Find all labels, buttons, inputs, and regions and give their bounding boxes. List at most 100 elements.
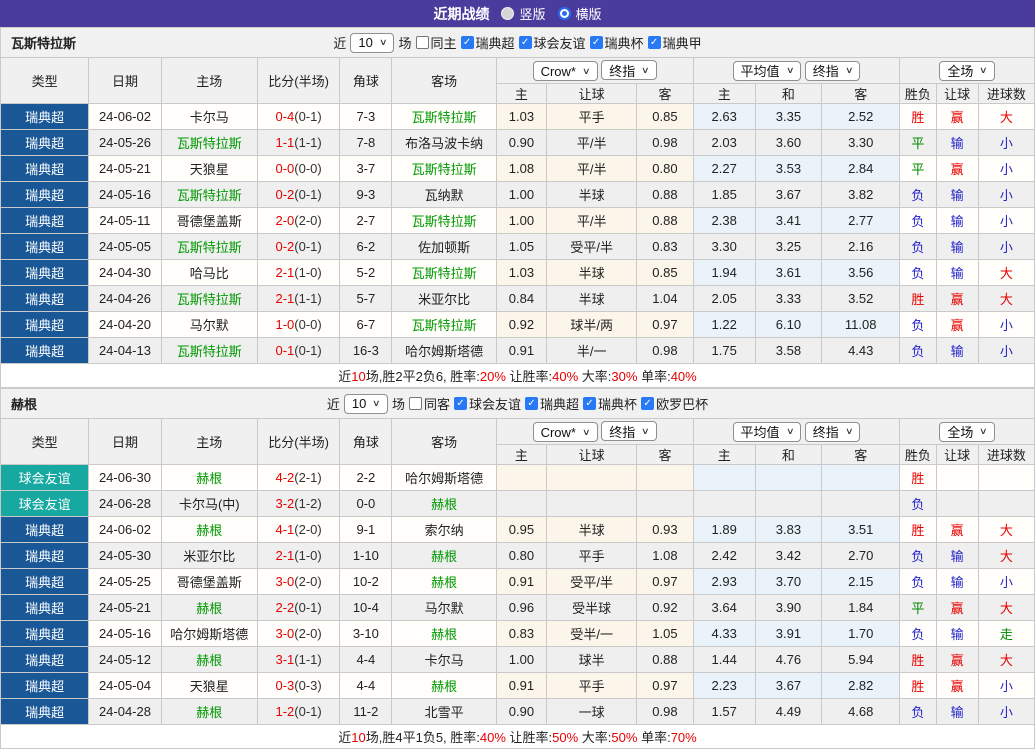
col-header-away: 客场 [392, 419, 496, 465]
col-header-type: 类型 [1, 419, 89, 465]
home-team: 哥德堡盖斯 [161, 208, 257, 234]
chevron-down-icon: ∨ [372, 398, 381, 409]
match-score: 4-2(2-1) [257, 465, 339, 491]
average-odds-select[interactable]: 平均值∨ [733, 422, 802, 442]
final-odds-select-2[interactable]: 终指∨ [805, 422, 861, 442]
result-handicap: 输 [936, 338, 978, 364]
avg-win-odds [693, 465, 755, 491]
scope-select[interactable]: 全场∨ [939, 61, 995, 81]
avg-win-odds: 1.94 [693, 260, 755, 286]
result-goals: 小 [978, 338, 1034, 364]
chevron-down-icon: ∨ [582, 427, 591, 438]
sub-header-away-odds: 客 [637, 84, 693, 104]
same-home-label: 同主 [431, 33, 457, 52]
handicap-away-odds [637, 491, 693, 517]
same-home-checkbox[interactable]: 同主 [416, 33, 457, 52]
league-checkbox-0[interactable]: ✓ 球会友谊 [454, 394, 521, 413]
chevron-down-icon: ∨ [979, 426, 988, 437]
checkbox-checked-icon[interactable]: ✓ [525, 397, 538, 410]
average-odds-select-value: 平均值 [741, 61, 780, 80]
avg-win-odds: 2.03 [693, 130, 755, 156]
avg-draw-odds: 4.76 [755, 647, 821, 673]
sub-header-goals-result: 进球数 [978, 84, 1034, 104]
handicap-line: 半球 [547, 260, 637, 286]
matches-count-select[interactable]: 10 ∨ [350, 33, 394, 53]
match-row: 球会友谊24-06-28卡尔马(中)3-2(1-2)0-0赫根负 [1, 491, 1035, 517]
handicap-home-odds [496, 491, 546, 517]
match-row: 瑞典超24-05-25哥德堡盖斯3-0(2-0)10-2赫根0.91受平/半0.… [1, 569, 1035, 595]
avg-lose-odds: 5.94 [822, 647, 900, 673]
checkbox-unchecked-icon[interactable] [416, 36, 429, 49]
summary-text: 40% [671, 369, 697, 384]
checkbox-checked-icon[interactable]: ✓ [641, 397, 654, 410]
league-checkbox-3[interactable]: ✓ 欧罗巴杯 [641, 394, 708, 413]
radio-icon-selected[interactable] [558, 7, 571, 20]
league-badge: 瑞典超 [1, 543, 89, 569]
result-goals [978, 491, 1034, 517]
bookmaker-select[interactable]: Crow*∨ [533, 61, 598, 81]
checkbox-checked-icon[interactable]: ✓ [583, 397, 596, 410]
matches-count-select[interactable]: 10 ∨ [344, 394, 388, 414]
handicap-header-cell: Crow*∨ 终指∨ [496, 58, 693, 84]
summary-text: 40% [480, 730, 506, 745]
handicap-away-odds: 1.04 [637, 286, 693, 312]
final-odds-select-value: 终指 [609, 61, 635, 80]
col-header-corner: 角球 [340, 419, 392, 465]
average-odds-select[interactable]: 平均值∨ [733, 61, 802, 81]
handicap-line: 受平/半 [547, 569, 637, 595]
result-goals: 小 [978, 182, 1034, 208]
radio-vertical-layout[interactable]: 竖版 [501, 4, 545, 23]
handicap-line: 平/半 [547, 130, 637, 156]
final-odds-select-2[interactable]: 终指∨ [805, 61, 861, 81]
sub-header-lose: 客 [822, 445, 900, 465]
summary-text: 70% [671, 730, 697, 745]
bookmaker-select[interactable]: Crow*∨ [533, 422, 598, 442]
match-date: 24-04-20 [89, 312, 161, 338]
league-badge: 瑞典超 [1, 699, 89, 725]
checkbox-checked-icon[interactable]: ✓ [648, 36, 661, 49]
avg-win-odds: 3.64 [693, 595, 755, 621]
league-checkbox-0[interactable]: ✓ 瑞典超 [461, 33, 515, 52]
match-score: 4-1(2-0) [257, 517, 339, 543]
away-team: 瓦斯特拉斯 [392, 156, 496, 182]
result-goals [978, 465, 1034, 491]
checkbox-unchecked-icon[interactable] [409, 397, 422, 410]
summary-text: 场,胜4平1负5, 胜率: [366, 730, 480, 745]
avg-lose-odds: 11.08 [822, 312, 900, 338]
league-checkbox-3[interactable]: ✓ 瑞典甲 [648, 33, 702, 52]
league-checkbox-1[interactable]: ✓ 瑞典超 [525, 394, 579, 413]
summary-text: 单率: [637, 730, 670, 745]
match-row: 瑞典超24-04-30哈马比2-1(1-0)5-2瓦斯特拉斯1.03半球0.85… [1, 260, 1035, 286]
result-wdl: 负 [900, 569, 936, 595]
fulltime-score: 0-1 [275, 343, 294, 358]
checkbox-checked-icon[interactable]: ✓ [454, 397, 467, 410]
home-team: 哥德堡盖斯 [161, 569, 257, 595]
scope-select[interactable]: 全场∨ [939, 422, 995, 442]
handicap-away-odds: 0.85 [637, 104, 693, 130]
result-goals: 大 [978, 286, 1034, 312]
chevron-down-icon: ∨ [786, 426, 795, 437]
result-goals: 小 [978, 156, 1034, 182]
home-team: 赫根 [161, 517, 257, 543]
checkbox-checked-icon[interactable]: ✓ [461, 36, 474, 49]
result-goals: 小 [978, 699, 1034, 725]
handicap-away-odds: 1.08 [637, 543, 693, 569]
radio-icon-unselected[interactable] [501, 7, 514, 20]
league-checkbox-1[interactable]: ✓ 球会友谊 [519, 33, 586, 52]
checkbox-checked-icon[interactable]: ✓ [590, 36, 603, 49]
checkbox-checked-icon[interactable]: ✓ [519, 36, 532, 49]
final-odds-select[interactable]: 终指∨ [601, 60, 657, 80]
league-checkbox-2[interactable]: ✓ 瑞典杯 [590, 33, 644, 52]
same-away-checkbox[interactable]: 同客 [409, 394, 450, 413]
home-team: 哈尔姆斯塔德 [161, 621, 257, 647]
avg-lose-odds: 2.77 [822, 208, 900, 234]
league-checkbox-2[interactable]: ✓ 瑞典杯 [583, 394, 637, 413]
section-header-bar: 赫根 近 10 ∨ 场 同客 ✓ 球会友谊 ✓ 瑞典超 [0, 388, 1035, 418]
handicap-away-odds: 0.88 [637, 182, 693, 208]
result-goals: 小 [978, 130, 1034, 156]
radio-horizontal-layout[interactable]: 横版 [558, 4, 602, 23]
league-checkbox-label: 欧罗巴杯 [656, 394, 708, 413]
fulltime-score: 2-2 [275, 600, 294, 615]
col-header-date: 日期 [89, 58, 161, 104]
final-odds-select[interactable]: 终指∨ [601, 421, 657, 441]
